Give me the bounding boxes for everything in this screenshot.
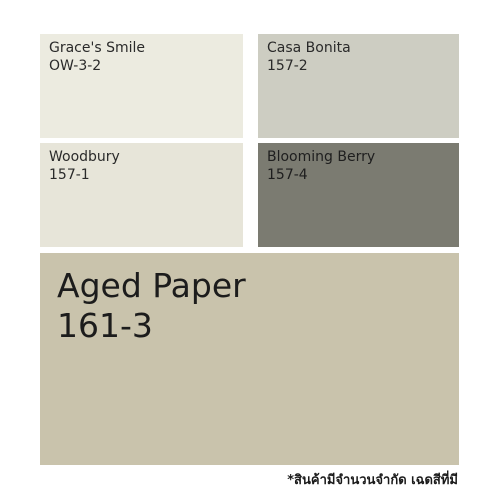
swatch-code: 157-2 bbox=[267, 58, 308, 74]
swatch-name: Casa Bonita bbox=[267, 40, 351, 56]
swatch-name: Grace's Smile bbox=[49, 40, 146, 56]
featured-swatch-code: 161-3 bbox=[57, 306, 153, 345]
swatch-blooming-berry: Blooming Berry 157-4 bbox=[258, 143, 459, 247]
swatch-casa-bonita: Casa Bonita 157-2 bbox=[258, 34, 459, 138]
swatch-code: OW-3-2 bbox=[49, 58, 102, 74]
swatch-woodbury: Woodbury 157-1 bbox=[40, 143, 243, 247]
swatch-name: Blooming Berry bbox=[267, 149, 376, 165]
swatch-code: 157-1 bbox=[49, 167, 90, 183]
swatch-aged-paper-featured: Aged Paper 161-3 bbox=[40, 253, 459, 465]
availability-note: *สินค้ามีจำนวนจำกัด เฉดสีที่มี bbox=[287, 473, 458, 488]
swatch-graces-smile: Grace's Smile OW-3-2 bbox=[40, 34, 243, 138]
featured-swatch-name: Aged Paper bbox=[57, 266, 246, 305]
swatch-name: Woodbury bbox=[49, 149, 120, 165]
swatch-code: 157-4 bbox=[267, 167, 308, 183]
